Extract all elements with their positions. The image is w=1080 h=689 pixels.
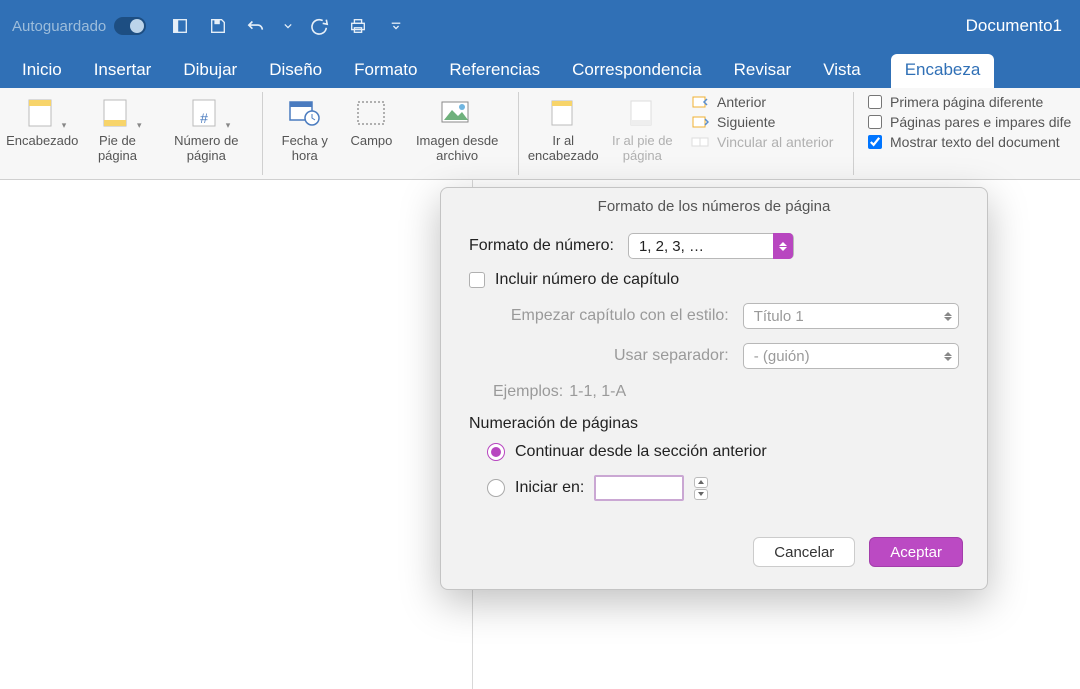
chapter-style-label: Empezar capítulo con el estilo: bbox=[493, 307, 729, 325]
menu-revisar[interactable]: Revisar bbox=[732, 54, 794, 88]
cancel-button[interactable]: Cancelar bbox=[753, 537, 855, 567]
field-button[interactable]: Campo bbox=[342, 92, 400, 153]
select-arrows-icon bbox=[938, 303, 958, 329]
select-arrows-icon bbox=[938, 343, 958, 369]
date-time-button[interactable]: Fecha y hora bbox=[271, 92, 338, 168]
image-from-file-button[interactable]: Imagen desde archivo bbox=[404, 92, 509, 168]
stepper-down-icon[interactable] bbox=[694, 489, 708, 500]
radio-off-icon[interactable] bbox=[487, 479, 505, 497]
autosave-label: Autoguardado bbox=[12, 18, 106, 35]
dialog-title: Formato de los números de página bbox=[441, 188, 987, 233]
menu-vista[interactable]: Vista bbox=[821, 54, 863, 88]
number-format-label: Formato de número: bbox=[469, 237, 614, 255]
radio-start-at[interactable]: Iniciar en: bbox=[469, 475, 959, 501]
menu-inicio[interactable]: Inicio bbox=[20, 54, 64, 88]
chevron-down-icon[interactable] bbox=[284, 16, 292, 36]
svg-text:#: # bbox=[200, 110, 208, 126]
menu-encabezado[interactable]: Encabeza bbox=[891, 54, 995, 88]
opt-different-first[interactable]: Primera página diferente bbox=[868, 94, 1072, 110]
redo-icon[interactable] bbox=[310, 16, 330, 36]
separator-label: Usar separador: bbox=[493, 347, 729, 365]
select-arrows-icon[interactable] bbox=[773, 233, 793, 259]
separator-select: - (guión) bbox=[743, 343, 959, 369]
start-at-stepper[interactable] bbox=[694, 477, 708, 500]
number-format-select[interactable]: 1, 2, 3, … bbox=[628, 233, 794, 259]
link-icon bbox=[691, 135, 709, 149]
nav-link-previous: Vincular al anterior bbox=[691, 134, 845, 150]
header-button[interactable]: ▾ Encabezado bbox=[8, 92, 76, 153]
undo-icon[interactable] bbox=[246, 16, 266, 36]
nav-previous[interactable]: Anterior bbox=[691, 94, 845, 110]
customize-icon[interactable] bbox=[386, 16, 406, 36]
nav-next[interactable]: Siguiente bbox=[691, 114, 845, 130]
radio-on-icon[interactable] bbox=[487, 443, 505, 461]
quick-access-toolbar bbox=[170, 16, 406, 36]
opt-show-doc-text[interactable]: Mostrar texto del document bbox=[868, 134, 1072, 150]
page-number-format-dialog: Formato de los números de página Formato… bbox=[440, 187, 988, 590]
menu-referencias[interactable]: Referencias bbox=[447, 54, 542, 88]
radio-continue-previous[interactable]: Continuar desde la sección anterior bbox=[469, 443, 959, 461]
menu-formato[interactable]: Formato bbox=[352, 54, 419, 88]
chapter-style-select: Título 1 bbox=[743, 303, 959, 329]
autosave-toggle[interactable]: Autoguardado bbox=[12, 17, 146, 35]
menu-dibujar[interactable]: Dibujar bbox=[181, 54, 239, 88]
toggle-switch-icon[interactable] bbox=[114, 17, 146, 35]
menu-diseno[interactable]: Diseño bbox=[267, 54, 324, 88]
goto-footer-button: Ir al pie de página bbox=[604, 92, 681, 168]
goto-header-button[interactable]: Ir al encabezado bbox=[527, 92, 600, 168]
home-icon[interactable] bbox=[170, 16, 190, 36]
print-icon[interactable] bbox=[348, 16, 368, 36]
examples-label: Ejemplos: bbox=[493, 383, 563, 401]
title-bar: Autoguardado Documento1 bbox=[0, 0, 1080, 52]
arrow-up-icon bbox=[691, 95, 709, 109]
arrow-down-icon bbox=[691, 115, 709, 129]
stepper-up-icon[interactable] bbox=[694, 477, 708, 488]
save-icon[interactable] bbox=[208, 16, 228, 36]
opt-odd-even[interactable]: Páginas pares e impares dife bbox=[868, 114, 1072, 130]
start-at-input[interactable] bbox=[594, 475, 684, 501]
include-chapter-checkbox[interactable]: Incluir número de capítulo bbox=[469, 271, 959, 289]
menu-insertar[interactable]: Insertar bbox=[92, 54, 154, 88]
menu-bar: Inicio Insertar Dibujar Diseño Formato R… bbox=[0, 52, 1080, 88]
checkbox-icon[interactable] bbox=[469, 272, 485, 288]
ribbon: ▾ Encabezado ▾ Pie de página #▾ Número d… bbox=[0, 88, 1080, 180]
page-number-button[interactable]: #▾ Número de página bbox=[159, 92, 255, 168]
page-numbering-section-label: Numeración de páginas bbox=[469, 415, 959, 433]
examples-value: 1-1, 1-A bbox=[569, 383, 626, 401]
document-title: Documento1 bbox=[966, 16, 1068, 36]
menu-correspondencia[interactable]: Correspondencia bbox=[570, 54, 703, 88]
accept-button[interactable]: Aceptar bbox=[869, 537, 963, 567]
footer-button[interactable]: ▾ Pie de página bbox=[80, 92, 154, 168]
